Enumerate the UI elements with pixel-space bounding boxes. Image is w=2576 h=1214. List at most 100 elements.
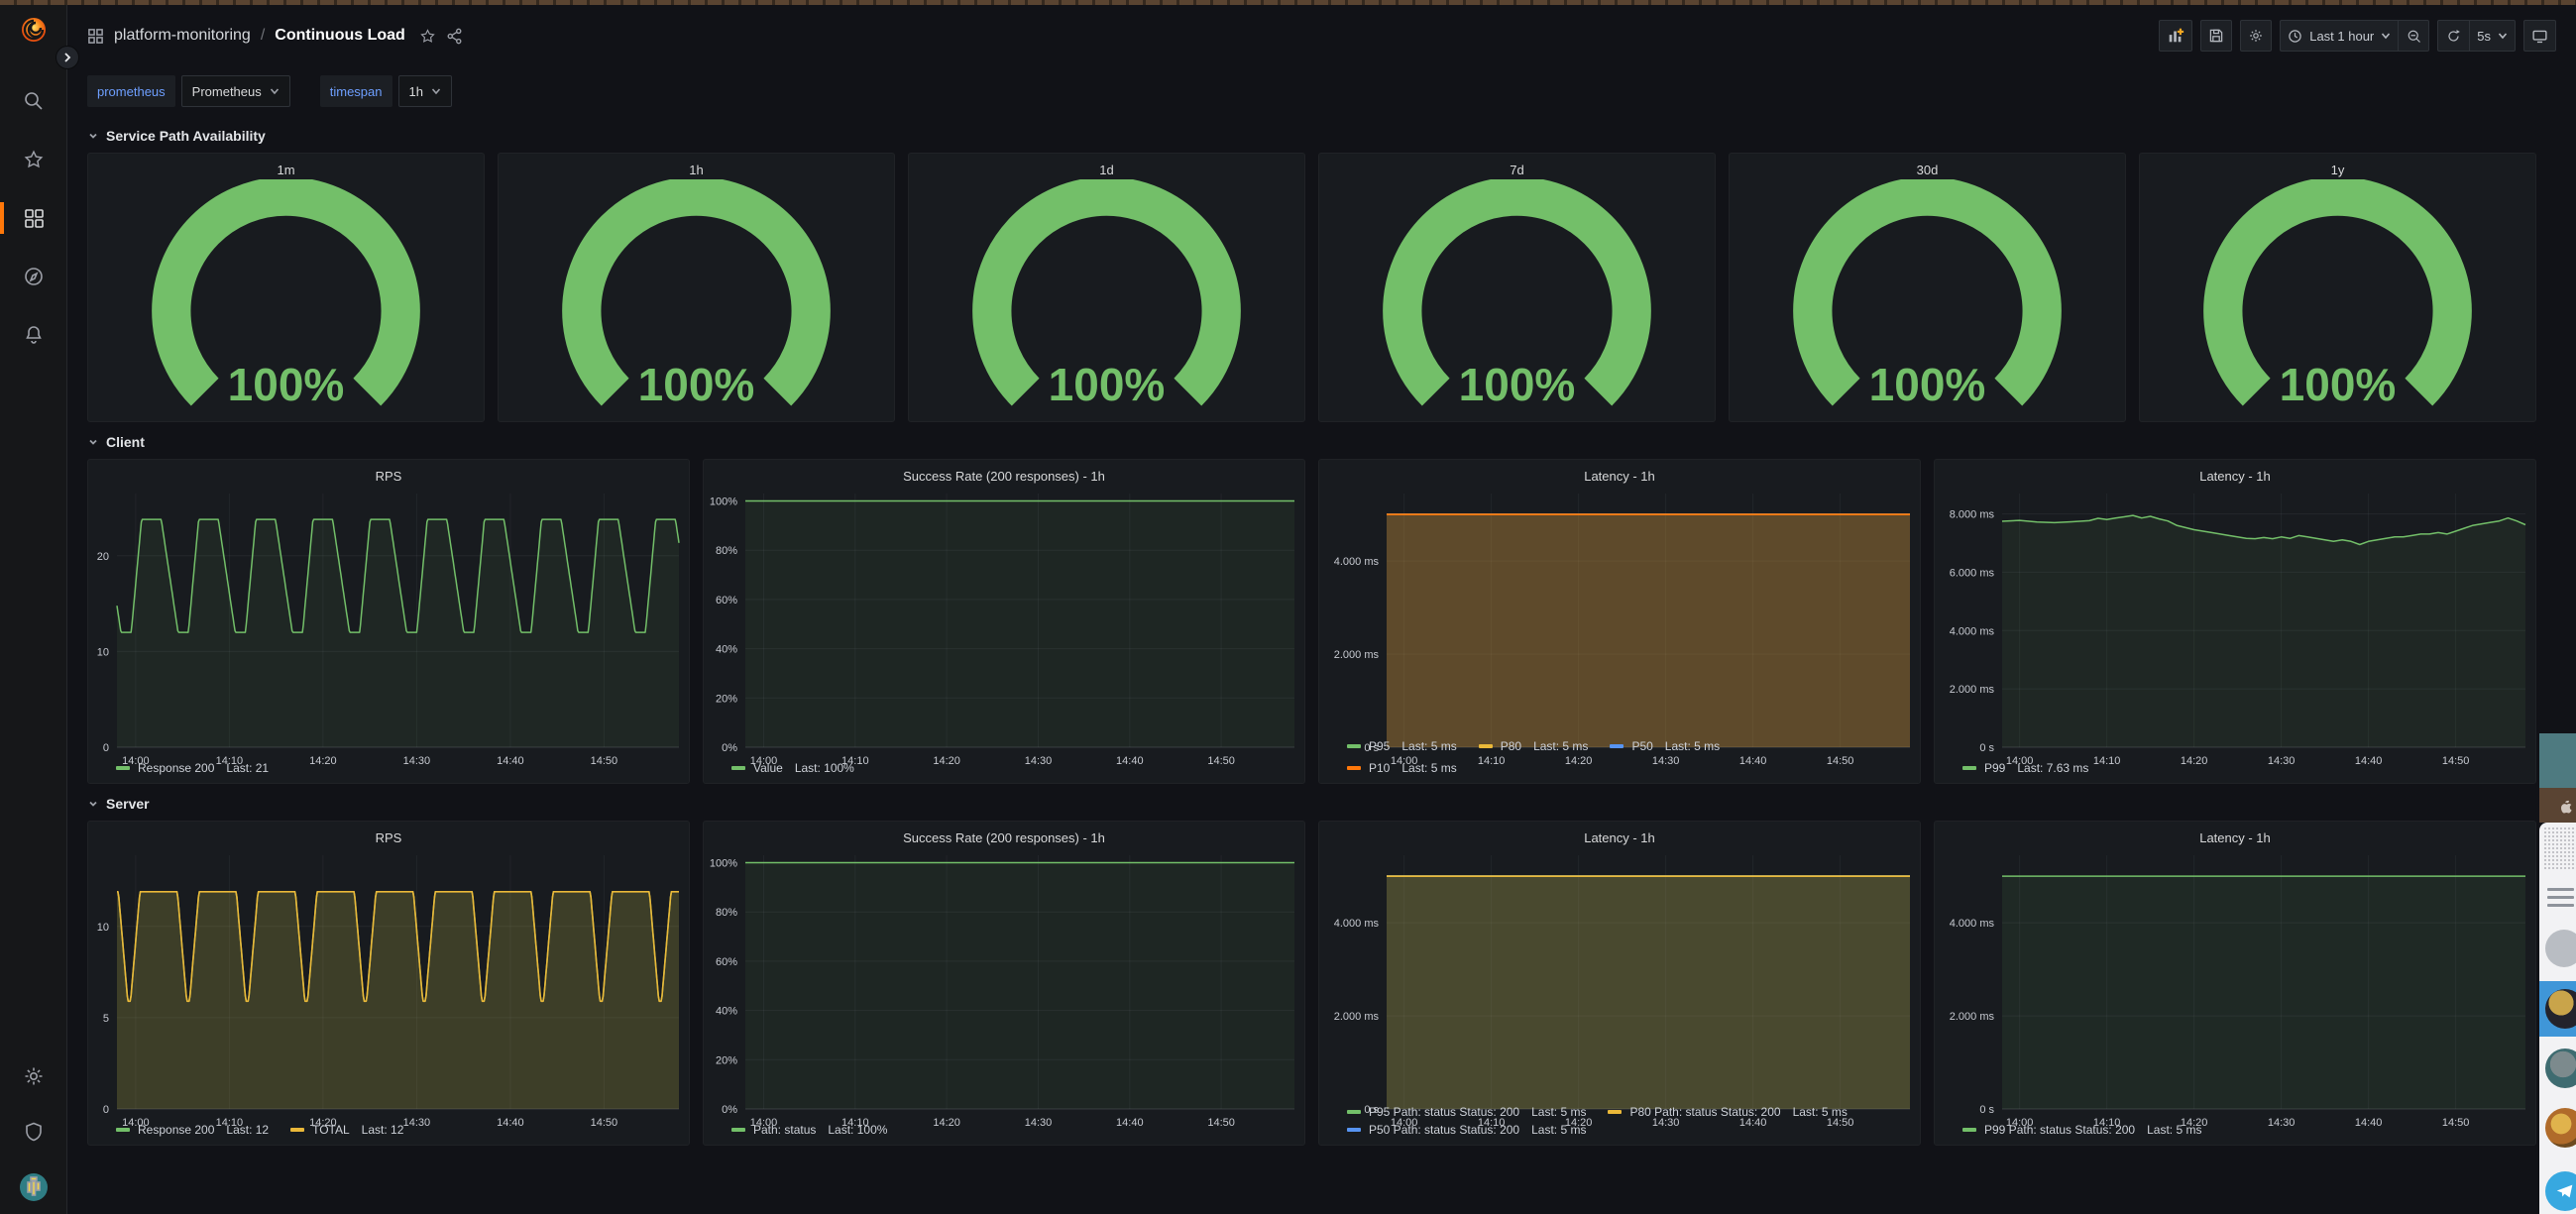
panel-title[interactable]: 1m <box>88 154 484 179</box>
variable-value-text: Prometheus <box>192 84 262 99</box>
svg-text:80%: 80% <box>716 545 737 557</box>
legend-item[interactable]: P99 Path: status Status: 200Last: 5 ms <box>1962 1123 2201 1137</box>
panel-title[interactable]: RPS <box>88 460 689 486</box>
legend-item[interactable]: P80 Path: status Status: 200Last: 5 ms <box>1608 1105 1847 1119</box>
breadcrumb-dashboard-title[interactable]: Continuous Load <box>275 27 405 45</box>
search-icon[interactable] <box>0 88 66 114</box>
variable-value-prometheus[interactable]: Prometheus <box>181 75 290 107</box>
starred-icon[interactable] <box>0 147 66 172</box>
panel-title[interactable]: RPS <box>88 822 689 847</box>
legend-item[interactable]: P50 Path: status Status: 200Last: 5 ms <box>1347 1123 1586 1137</box>
svg-text:60%: 60% <box>716 595 737 607</box>
refresh-interval-picker[interactable]: 5s <box>2469 20 2516 52</box>
panel-title[interactable]: Latency - 1h <box>1319 822 1920 847</box>
grafana-logo[interactable] <box>17 13 51 47</box>
panel-title[interactable]: Latency - 1h <box>1935 460 2535 486</box>
panel-title[interactable]: 1h <box>499 154 894 179</box>
legend-item[interactable]: TOTALLast: 12 <box>290 1123 403 1137</box>
legend-item[interactable]: P95Last: 5 ms <box>1347 739 1457 753</box>
legend-series-name: P80 <box>1501 739 1521 753</box>
panel-title[interactable]: Success Rate (200 responses) - 1h <box>704 460 1304 486</box>
chart-canvas[interactable]: 0 s2.000 ms4.000 ms14:0014:1014:2014:301… <box>1319 847 1920 1103</box>
chart-canvas[interactable]: 0 s2.000 ms4.000 ms6.000 ms8.000 ms14:00… <box>1935 486 2535 759</box>
legend-item[interactable]: P50Last: 5 ms <box>1610 739 1720 753</box>
chart-canvas[interactable]: 0102014:0014:1014:2014:3014:4014:50 <box>88 486 689 759</box>
section-title: Server <box>106 796 150 812</box>
legend-swatch <box>1347 1110 1361 1114</box>
gauge-canvas: 100% <box>909 179 1304 421</box>
panel-title[interactable]: 1y <box>2140 154 2535 179</box>
panel-title[interactable]: 1d <box>909 154 1304 179</box>
refresh-button[interactable] <box>2437 20 2469 52</box>
breadcrumb-folder[interactable]: platform-monitoring <box>114 27 251 45</box>
add-panel-button[interactable] <box>2159 20 2192 52</box>
svg-text:0: 0 <box>103 742 109 754</box>
svg-text:0: 0 <box>103 1104 109 1116</box>
time-range-label: Last 1 hour <box>2309 29 2374 44</box>
menu-icon[interactable] <box>2547 888 2574 912</box>
chart-legend: Response 200Last: 12 TOTALLast: 12 <box>88 1121 689 1145</box>
legend-series-name: P50 Path: status Status: 200 <box>1369 1123 1519 1137</box>
chart-canvas[interactable]: 0%20%40%60%80%100%14:0014:1014:2014:3014… <box>704 486 1304 759</box>
legend-item[interactable]: Response 200Last: 12 <box>116 1123 269 1137</box>
foreign-window-panel <box>2539 823 2576 1214</box>
legend-item[interactable]: Response 200Last: 21 <box>116 761 269 775</box>
star-icon[interactable] <box>419 28 436 45</box>
panel-title[interactable]: 30d <box>1730 154 2125 179</box>
legend-swatch <box>116 766 130 770</box>
legend-item[interactable]: ValueLast: 100% <box>731 761 854 775</box>
share-icon[interactable] <box>446 28 463 45</box>
legend-item[interactable]: P95 Path: status Status: 200Last: 5 ms <box>1347 1105 1586 1119</box>
legend-item[interactable]: P99Last: 7.63 ms <box>1962 761 2088 775</box>
svg-text:100%: 100% <box>1869 359 1986 410</box>
foreign-avatar[interactable] <box>2545 1108 2576 1148</box>
svg-text:100%: 100% <box>2280 359 2397 410</box>
foreign-window-strip[interactable] <box>2539 733 2576 1214</box>
legend-series-name: Response 200 <box>138 761 214 775</box>
section-header-server[interactable]: Server <box>87 796 2536 812</box>
zoom-out-time-button[interactable] <box>2398 20 2429 52</box>
dashboard-settings-button[interactable] <box>2240 20 2272 52</box>
legend-swatch <box>1347 1128 1361 1132</box>
foreign-avatar-muted[interactable] <box>2545 930 2576 967</box>
dashboards-icon[interactable] <box>0 205 66 231</box>
chart-canvas[interactable]: 0 s2.000 ms4.000 ms14:0014:1014:2014:301… <box>1319 486 1920 737</box>
telegram-logo-icon[interactable] <box>2545 1171 2576 1211</box>
shield-icon[interactable] <box>0 1119 66 1145</box>
chart-legend: P95 Path: status Status: 200Last: 5 ms P8… <box>1319 1103 1920 1145</box>
chart-canvas[interactable]: 0%20%40%60%80%100%14:0014:1014:2014:3014… <box>704 847 1304 1121</box>
panel-server-latency-p99: Latency - 1h 0 s2.000 ms4.000 ms14:0014:… <box>1934 821 2536 1146</box>
time-picker-group: Last 1 hour <box>2280 20 2429 52</box>
legend-item[interactable]: Path: statusLast: 100% <box>731 1123 887 1137</box>
section-header-client[interactable]: Client <box>87 434 2536 450</box>
panel-title[interactable]: Success Rate (200 responses) - 1h <box>704 822 1304 847</box>
legend-series-name: P50 <box>1631 739 1652 753</box>
variable-value-timespan[interactable]: 1h <box>398 75 452 107</box>
chart-canvas[interactable]: 051014:0014:1014:2014:3014:4014:50 <box>88 847 689 1121</box>
section-header-availability[interactable]: Service Path Availability <box>87 128 2536 144</box>
panel-client-rps: RPS 0102014:0014:1014:2014:3014:4014:50 … <box>87 459 690 784</box>
panel-title[interactable]: Latency - 1h <box>1319 460 1920 486</box>
settings-icon[interactable] <box>0 1063 66 1089</box>
save-dashboard-button[interactable] <box>2200 20 2232 52</box>
legend-item[interactable]: P10Last: 5 ms <box>1347 761 1457 775</box>
chart-canvas[interactable]: 0 s2.000 ms4.000 ms14:0014:1014:2014:301… <box>1935 847 2535 1121</box>
refresh-interval-label: 5s <box>2477 29 2491 44</box>
alerting-icon[interactable] <box>0 322 66 348</box>
variable-label-timespan[interactable]: timespan <box>320 75 392 107</box>
variable-label-prometheus[interactable]: prometheus <box>87 75 175 107</box>
svg-text:10: 10 <box>97 922 109 934</box>
legend-series-name: Path: status <box>753 1123 816 1137</box>
gauge-canvas: 100% <box>1730 179 2125 421</box>
user-avatar[interactable] <box>0 1174 66 1200</box>
foreign-avatar[interactable] <box>2545 1048 2576 1088</box>
legend-item[interactable]: P80Last: 5 ms <box>1479 739 1589 753</box>
svg-text:100%: 100% <box>638 359 755 410</box>
panel-title[interactable]: Latency - 1h <box>1935 822 2535 847</box>
time-range-picker[interactable]: Last 1 hour <box>2280 20 2398 52</box>
panel-client-success-rate: Success Rate (200 responses) - 1h 0%20%4… <box>703 459 1305 784</box>
explore-icon[interactable] <box>0 264 66 289</box>
sidebar-expand-button[interactable] <box>56 46 79 69</box>
panel-title[interactable]: 7d <box>1319 154 1715 179</box>
tv-mode-button[interactable] <box>2523 20 2556 52</box>
